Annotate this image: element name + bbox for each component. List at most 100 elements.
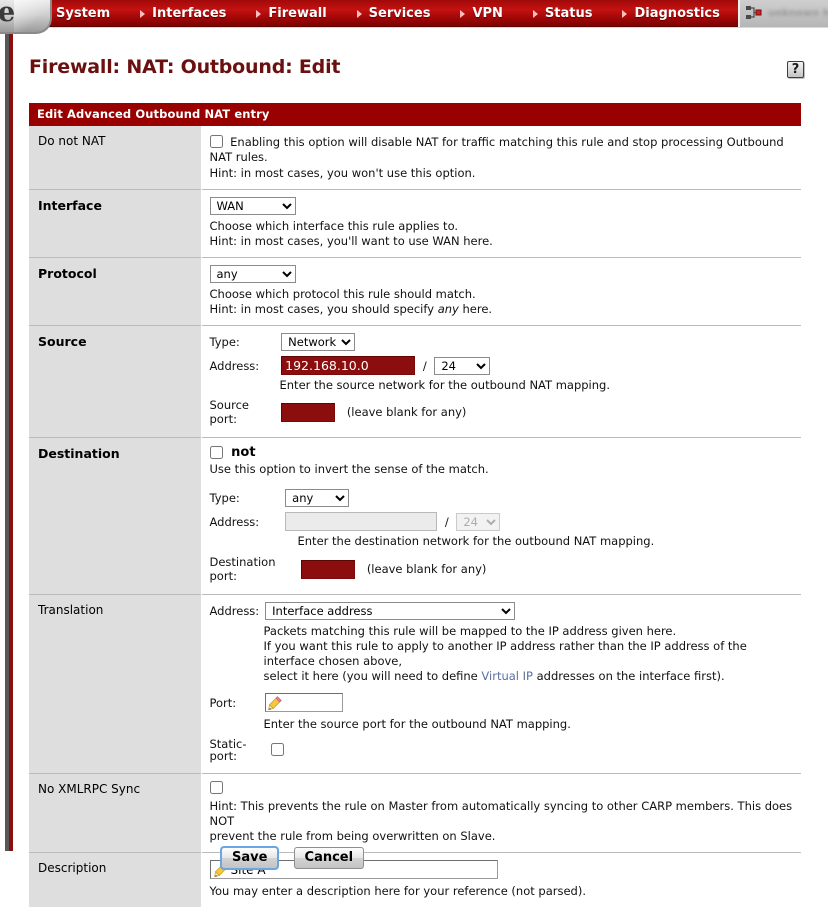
destination-address-label: Address: (210, 515, 282, 529)
source-address-row: Address: / 24 (210, 356, 796, 375)
nav-items-container: System Interfaces Firewall Services VPN (44, 0, 795, 27)
do-not-nat-hint: Hint: in most cases, you won't use this … (210, 166, 796, 181)
destination-type-select[interactable]: any (285, 489, 349, 507)
translation-hint-2: If you want this rule to apply to anothe… (264, 639, 796, 669)
virtual-ip-link[interactable]: Virtual IP (481, 669, 533, 683)
nav-item-diagnostics-label: Diagnostics (634, 6, 719, 21)
nav-item-status-label: Status (545, 6, 593, 21)
source-port-input[interactable] (281, 403, 335, 422)
source-mask-select[interactable]: 24 (434, 357, 490, 375)
nav-item-interfaces[interactable]: Interfaces (140, 6, 226, 21)
nav-item-vpn-label: VPN (472, 6, 502, 21)
translation-port-row: Port: (210, 693, 796, 712)
source-type-select[interactable]: Network (281, 333, 355, 351)
source-port-label: Source port: (210, 398, 278, 426)
row-destination: Destination not Use this option to inver… (29, 438, 801, 595)
xmlrpc-hint-2: prevent the rule from being overwritten … (210, 829, 796, 844)
destination-address-row: Address: / 24 (210, 512, 796, 531)
nav-item-interfaces-label: Interfaces (152, 6, 226, 21)
row-source: Source Type: Network Address: / 24 Enter (29, 326, 801, 438)
row-xmlrpc-value: Hint: This prevents the rule on Master f… (201, 774, 801, 853)
xmlrpc-hint-1: Hint: This prevents the rule on Master f… (210, 799, 796, 829)
row-translation: Translation Address: Interface address P… (29, 595, 801, 774)
do-not-nat-checkbox-text: Enabling this option will disable NAT fo… (210, 135, 784, 164)
translation-staticport-label: Static-port: (210, 738, 262, 762)
row-xmlrpc: No XMLRPC Sync Hint: This prevents the r… (29, 774, 801, 853)
translation-hint-1: Packets matching this rule will be mappe… (264, 624, 796, 639)
destination-address-input[interactable] (285, 512, 437, 531)
translation-port-hint: Enter the source port for the outbound N… (264, 717, 796, 732)
nav-item-firewall[interactable]: Firewall (256, 6, 326, 21)
row-destination-value: not Use this option to invert the sense … (201, 438, 801, 595)
translation-address-select[interactable]: Interface address (265, 602, 515, 620)
pencil-icon (268, 696, 282, 710)
destination-not-row: not (210, 445, 796, 460)
nav-item-firewall-label: Firewall (268, 6, 326, 21)
interface-hint-2: Hint: in most cases, you'll want to use … (210, 234, 796, 249)
chevron-right-icon (256, 10, 261, 18)
row-source-label: Source (29, 326, 201, 438)
static-port-checkbox[interactable] (271, 743, 284, 756)
destination-port-label: Destination port: (210, 555, 298, 583)
row-xmlrpc-label: No XMLRPC Sync (29, 774, 201, 853)
chevron-right-icon (140, 10, 145, 18)
row-description: Description You may enter a description … (29, 853, 801, 907)
logo-glyph: e (0, 0, 15, 28)
destination-not-checkbox[interactable] (210, 446, 223, 459)
nav-item-services[interactable]: Services (357, 6, 431, 21)
destination-port-hint: (leave blank for any) (367, 562, 487, 576)
destination-type-label: Type: (210, 491, 282, 505)
row-do-not-nat-value: Enabling this option will disable NAT fo… (201, 126, 801, 190)
nav-item-system-label: System (56, 6, 110, 21)
description-hint: You may enter a description here for you… (210, 884, 796, 899)
save-button[interactable]: Save (221, 847, 278, 869)
row-source-value: Type: Network Address: / 24 Enter the so… (201, 326, 801, 438)
translation-staticport-row: Static-port: (210, 738, 796, 762)
interface-select[interactable]: WAN (210, 197, 296, 215)
row-do-not-nat: Do not NAT Enabling this option will dis… (29, 126, 801, 190)
nav-item-diagnostics[interactable]: Diagnostics (622, 6, 719, 21)
source-address-input[interactable] (281, 356, 415, 375)
source-port-hint: (leave blank for any) (347, 405, 467, 419)
row-interface: Interface WAN Choose which interface thi… (29, 190, 801, 258)
question-mark-help-icon[interactable]: ? (787, 61, 804, 78)
nav-item-vpn[interactable]: VPN (460, 6, 502, 21)
sitemap-icon (746, 6, 762, 21)
destination-slash: / (445, 515, 449, 529)
interface-hint-1: Choose which interface this rule applies… (210, 219, 796, 234)
row-protocol: Protocol any Choose which protocol this … (29, 258, 801, 326)
destination-not-hint: Use this option to invert the sense of t… (210, 462, 796, 477)
nav-menu-strip: System Interfaces Firewall Services VPN (18, 0, 828, 27)
cancel-button[interactable]: Cancel (294, 847, 365, 869)
destination-mask-select[interactable]: 24 (456, 513, 500, 531)
row-do-not-nat-label: Do not NAT (29, 126, 201, 190)
protocol-hint-2: Hint: in most cases, you should specify … (210, 302, 796, 317)
no-xmlrpc-sync-checkbox[interactable] (210, 781, 223, 794)
nav-item-services-label: Services (369, 6, 431, 21)
row-destination-label: Destination (29, 438, 201, 595)
pfsense-logo-tab[interactable]: e (0, 0, 52, 34)
do-not-nat-checkbox[interactable] (210, 135, 223, 148)
form-buttons: Save Cancel (221, 846, 364, 869)
translation-address-label: Address: (210, 604, 262, 618)
source-type-label: Type: (210, 335, 278, 349)
translation-hint-3: select it here (you will need to define … (264, 669, 796, 684)
destination-not-label: not (231, 445, 255, 460)
page-title: Firewall: NAT: Outbound: Edit (29, 56, 340, 78)
sitemap-area[interactable]: unknown host (738, 0, 828, 27)
source-type-row: Type: Network (210, 333, 796, 351)
row-interface-value: WAN Choose which interface this rule app… (201, 190, 801, 258)
row-protocol-value: any Choose which protocol this rule shou… (201, 258, 801, 326)
chevron-right-icon (533, 10, 538, 18)
row-translation-label: Translation (29, 595, 201, 774)
nav-item-status[interactable]: Status (533, 6, 593, 21)
protocol-select[interactable]: any (210, 265, 296, 283)
source-address-label: Address: (210, 359, 278, 373)
destination-type-row: Type: any (210, 489, 796, 507)
protocol-hint-2-after: here. (459, 302, 492, 316)
source-slash: / (423, 359, 427, 373)
top-nav-bar: System Interfaces Firewall Services VPN (0, 0, 828, 28)
nav-item-system[interactable]: System (44, 6, 110, 21)
row-translation-value: Address: Interface address Packets match… (201, 595, 801, 774)
destination-port-input[interactable] (301, 560, 355, 579)
